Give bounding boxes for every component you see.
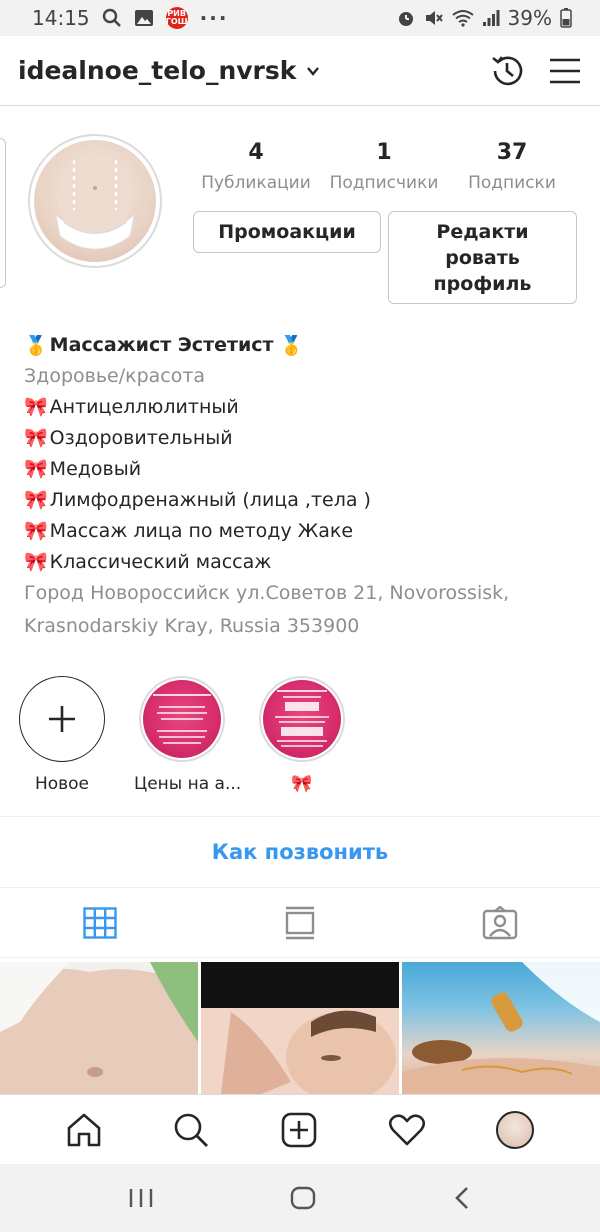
profile-bio: 🥇 Массажист Эстетист 🥇 Здоровье/красота … — [24, 330, 584, 643]
bow-emoji: 🎀 — [24, 458, 48, 480]
tagged-person-icon — [482, 905, 518, 939]
bio-service: Медовый — [49, 457, 142, 480]
tab-tagged[interactable] — [400, 888, 600, 957]
highlight-cover-image — [263, 680, 341, 758]
status-time: 14:15 — [32, 6, 90, 30]
how-to-call-link[interactable]: Как позвонить — [212, 840, 388, 864]
heart-icon[interactable] — [388, 1113, 425, 1147]
profile-header: idealnoe_telo_nvrsk — [0, 36, 600, 106]
battery-percent: 39% — [507, 6, 552, 30]
alarm-icon — [398, 12, 413, 26]
stat-posts-count: 4 — [248, 140, 264, 165]
bow-emoji: 🎀 — [24, 520, 48, 542]
bio-service: Классический массаж — [49, 550, 272, 573]
post-thumbnail[interactable] — [0, 962, 198, 1094]
app-notification-badge: РИВ ГОШ — [165, 7, 188, 29]
stat-followers-count: 1 — [376, 140, 392, 165]
highlight-label: 🎀 — [291, 774, 313, 794]
feed-icon — [285, 906, 315, 939]
home-button-icon[interactable] — [290, 1186, 316, 1210]
stat-posts-label: Публикации — [201, 173, 311, 193]
highlight-cover — [259, 676, 345, 762]
medal-emoji: 🥇 — [24, 334, 48, 357]
bio-service-line: 🎀 Антицеллюлитный — [24, 391, 584, 422]
post-thumbnail[interactable] — [201, 962, 399, 1094]
stat-following[interactable]: 37 Подписки — [452, 140, 572, 193]
bow-emoji: 🎀 — [24, 551, 48, 573]
status-bar: 14:15 РИВ ГОШ ··· 39% — [0, 0, 600, 36]
bio-address[interactable]: Город Новороссийск ул.Советов 21, Novoro… — [24, 577, 584, 643]
system-navigation-bar — [0, 1164, 600, 1232]
plus-icon — [49, 706, 75, 732]
stat-followers[interactable]: 1 Подписчики — [324, 140, 444, 193]
bottom-navigation — [0, 1094, 600, 1164]
bio-service: Лимфодренажный (лица ,тела ) — [49, 488, 371, 511]
call-action-row: Как позвонить — [0, 816, 600, 888]
edit-profile-label-line: ровать — [445, 246, 520, 269]
home-icon[interactable] — [66, 1112, 102, 1148]
bio-name: Массажист Эстетист — [49, 334, 274, 356]
highlight-prices[interactable]: Цены на а... — [134, 676, 242, 794]
search-notification-icon — [102, 8, 121, 27]
bio-address-line: Город Новороссийск ул.Советов 21, Novoro… — [24, 582, 510, 604]
signal-icon — [482, 10, 500, 26]
bio-address-line: Krasnodarskiy Kray, Russia 353900 — [24, 615, 360, 637]
grid-icon — [83, 906, 117, 939]
mute-icon — [425, 11, 443, 25]
profile-avatar[interactable] — [28, 134, 162, 268]
profile-tab-avatar[interactable] — [496, 1110, 535, 1149]
bio-service-line: 🎀 Массаж лица по методу Жаке — [24, 515, 584, 546]
highlight-cover — [139, 676, 225, 762]
bio-service: Оздоровительный — [49, 426, 233, 449]
stat-followers-label: Подписчики — [329, 173, 439, 193]
battery-icon — [560, 8, 572, 28]
bow-emoji: 🎀 — [24, 489, 48, 511]
edit-profile-label-line: профиль — [433, 272, 532, 295]
medal-emoji: 🥇 — [279, 334, 304, 357]
new-highlight-circle — [19, 676, 105, 762]
menu-icon[interactable] — [548, 56, 582, 86]
highlight-bow[interactable]: 🎀 — [254, 676, 350, 794]
account-username[interactable]: idealnoe_telo_nvrsk — [18, 56, 296, 85]
posts-grid — [0, 962, 600, 1094]
chevron-down-icon[interactable] — [306, 64, 320, 78]
bio-service-line: 🎀 Медовый — [24, 453, 584, 484]
back-icon[interactable] — [452, 1186, 472, 1210]
wifi-icon — [451, 10, 474, 27]
stat-following-count: 37 — [496, 140, 528, 165]
tab-feed[interactable] — [200, 888, 400, 957]
promotions-button[interactable]: Промоакции — [193, 211, 381, 253]
highlight-cover-image — [143, 680, 221, 758]
bio-name-line: 🥇 Массажист Эстетист 🥇 — [24, 330, 584, 360]
bio-service: Антицеллюлитный — [49, 395, 239, 418]
bio-category: Здоровье/красота — [24, 364, 206, 387]
bio-service-line: 🎀 Лимфодренажный (лица ,тела ) — [24, 484, 584, 515]
stat-posts[interactable]: 4 Публикации — [196, 140, 316, 193]
highlight-label: Цены на а... — [134, 774, 242, 794]
highlight-label: Новое — [34, 774, 90, 794]
stat-following-label: Подписки — [468, 173, 556, 193]
post-thumbnail[interactable] — [402, 962, 600, 1094]
add-post-icon[interactable] — [281, 1112, 317, 1148]
archive-history-icon[interactable] — [488, 52, 526, 90]
avatar-image — [34, 140, 156, 262]
highlight-new[interactable]: Новое — [14, 676, 110, 794]
bio-service-line: 🎀 Оздоровительный — [24, 422, 584, 453]
profile-tabs — [0, 888, 600, 958]
bio-service-line: 🎀 Классический массаж — [24, 546, 584, 577]
more-notifications-icon: ··· — [199, 6, 229, 30]
edge-panel-handle[interactable] — [0, 138, 6, 288]
tab-grid[interactable] — [0, 888, 200, 957]
recent-apps-icon[interactable] — [128, 1187, 154, 1209]
bow-emoji: 🎀 — [24, 427, 48, 449]
search-icon[interactable] — [173, 1112, 209, 1148]
bio-service: Массаж лица по методу Жаке — [49, 519, 354, 542]
bow-emoji: 🎀 — [24, 396, 48, 418]
edit-profile-label-line: Редакти — [436, 220, 529, 243]
edit-profile-button[interactable]: Редакти ровать профиль — [388, 211, 577, 304]
gallery-notification-icon — [134, 10, 153, 26]
